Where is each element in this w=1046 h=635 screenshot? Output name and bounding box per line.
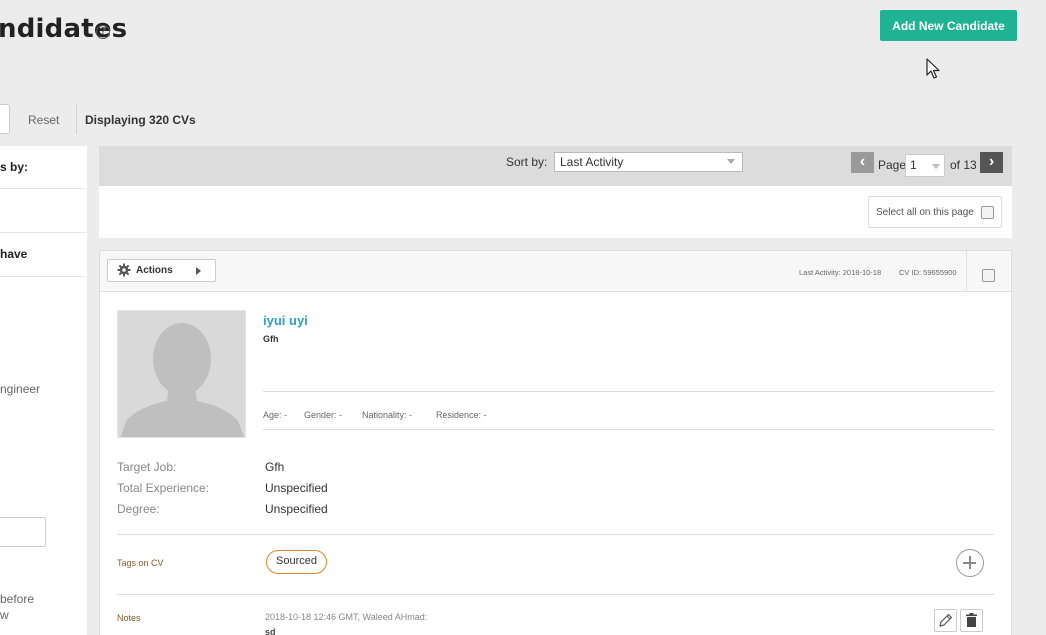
help-icon[interactable]: ?	[96, 25, 110, 39]
sort-select-value: Last Activity	[560, 155, 624, 169]
gear-icon	[117, 263, 131, 277]
notes-label: Notes	[117, 613, 141, 623]
tags-label: Tags on CV	[117, 558, 164, 568]
target-job-label: Target Job:	[117, 460, 177, 474]
page-number-value: 1	[910, 158, 917, 172]
filter-input[interactable]	[0, 517, 46, 547]
tag-sourced[interactable]: Sourced	[266, 550, 327, 574]
reset-link[interactable]: Reset	[28, 113, 59, 127]
divider	[117, 594, 994, 595]
divider	[263, 429, 994, 430]
list-header: Sort by: Last Activity ‹ Page 1 of 13 ›	[99, 146, 1012, 186]
next-page-button[interactable]: ›	[980, 152, 1003, 173]
display-count: Displaying 320 CVs	[85, 113, 196, 127]
delete-note-button[interactable]	[960, 609, 983, 632]
candidate-card-header: Actions Last Activity: 2018-10-18 CV ID:…	[100, 251, 1011, 292]
page-label: Page	[878, 158, 907, 172]
profile-divider	[245, 310, 246, 438]
sort-select[interactable]: Last Activity	[554, 152, 743, 172]
candidate-gender: Gender: -	[304, 410, 343, 420]
avatar	[117, 310, 246, 438]
pencil-icon	[939, 613, 953, 627]
add-tag-button[interactable]	[956, 549, 984, 577]
sort-label: Sort by:	[506, 155, 548, 169]
candidate-select-checkbox[interactable]	[982, 269, 995, 282]
filter-divider	[0, 232, 87, 233]
degree-label: Degree:	[117, 502, 160, 516]
previous-page-button[interactable]: ‹	[851, 152, 874, 173]
divider	[117, 534, 994, 535]
select-bar: Select all on this page	[99, 186, 1012, 238]
cv-id: CV ID: 59655900	[899, 268, 957, 277]
chevron-down-icon	[932, 164, 940, 169]
note-meta: 2018-10-18 12:46 GMT, Waleed AHmad:	[265, 612, 428, 622]
actions-label: Actions	[136, 265, 173, 276]
trash-icon	[966, 613, 977, 627]
search-button[interactable]	[0, 104, 10, 134]
degree-value: Unspecified	[265, 502, 328, 516]
person-silhouette-icon	[120, 323, 245, 437]
add-new-candidate-button[interactable]: Add New Candidate	[880, 10, 1017, 41]
filter-divider	[0, 276, 87, 277]
experience-label: Total Experience:	[117, 481, 210, 495]
header-divider	[966, 251, 967, 292]
toolbar-divider	[76, 104, 77, 134]
filter-option-engineer[interactable]: ngineer	[0, 382, 40, 396]
filter-panel: s by: have ngineer before w	[0, 146, 87, 635]
candidate-title: Gfh	[263, 334, 279, 344]
candidate-nationality: Nationality: -	[362, 410, 413, 420]
candidate-card: Actions Last Activity: 2018-10-18 CV ID:…	[99, 250, 1012, 635]
target-job-value: Gfh	[265, 460, 285, 474]
actions-button[interactable]: Actions	[107, 259, 216, 282]
filter-divider	[0, 188, 87, 189]
page-total: of 13	[950, 158, 977, 172]
candidate-residence: Residence: -	[436, 410, 487, 420]
chevron-down-icon	[727, 159, 735, 164]
candidate-name-link[interactable]: iyui uyi	[263, 313, 308, 328]
filter-option-before[interactable]: before w	[0, 591, 60, 623]
mouse-cursor-icon	[926, 58, 940, 79]
last-activity: Last Activity: 2018-10-18	[799, 268, 882, 277]
experience-value: Unspecified	[265, 481, 328, 495]
select-all-control[interactable]: Select all on this page	[868, 196, 1002, 228]
candidate-age: Age: -	[263, 410, 288, 420]
chevron-right-icon	[196, 267, 201, 275]
page-number-select[interactable]: 1	[905, 154, 945, 177]
edit-note-button[interactable]	[934, 609, 957, 632]
select-all-label: Select all on this page	[876, 207, 974, 218]
divider	[263, 391, 994, 392]
note-text: sd	[265, 627, 276, 635]
filter-section-have[interactable]: have	[0, 247, 27, 261]
select-all-checkbox[interactable]	[981, 206, 994, 219]
filter-heading: s by:	[0, 160, 29, 174]
